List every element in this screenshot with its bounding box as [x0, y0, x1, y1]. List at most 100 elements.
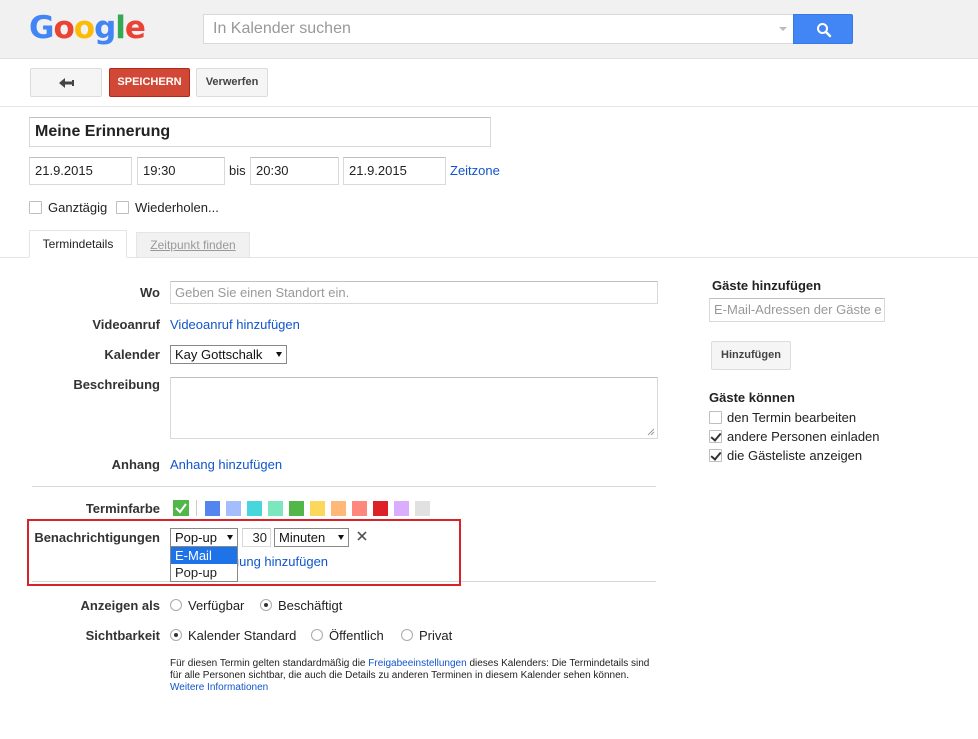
end-time-input[interactable]: 20:30 — [250, 157, 339, 185]
visibility-public-label: Öffentlich — [329, 628, 384, 643]
tab-divider — [0, 257, 978, 258]
all-day-label: Ganztägig — [48, 200, 108, 215]
start-date-input[interactable]: 21.9.2015 — [29, 157, 132, 185]
top-bar: Google — [0, 0, 978, 59]
busy-label: Beschäftigt — [278, 598, 343, 613]
visibility-help-text: Für diesen Termin gelten standardmäßig d… — [170, 658, 650, 694]
color-swatch[interactable] — [331, 501, 346, 516]
search-box — [203, 14, 794, 44]
calendar-label: Kalender — [104, 347, 160, 362]
color-swatch[interactable] — [247, 501, 262, 516]
video-call-label: Videoanruf — [92, 317, 160, 332]
description-label: Beschreibung — [73, 377, 160, 392]
repeat-checkbox[interactable] — [116, 201, 129, 214]
dropdown-option-email[interactable]: E-Mail — [171, 547, 237, 564]
add-notification-link[interactable]: igung hinzufügen — [229, 554, 328, 569]
visibility-default-radio[interactable] — [170, 629, 182, 641]
location-input[interactable]: Geben Sie einen Standort ein. — [170, 281, 658, 304]
google-logo[interactable]: Google — [29, 10, 146, 46]
perm-edit-label: den Termin bearbeiten — [727, 410, 857, 425]
visibility-private-radio[interactable] — [401, 629, 413, 641]
perm-see-list-checkbox[interactable] — [709, 449, 722, 462]
notification-type-dropdown-list: E-Mail Pop-up — [170, 546, 238, 582]
logo-letter: o — [73, 10, 95, 46]
guests-can-heading: Gäste können — [709, 390, 795, 405]
color-swatch[interactable] — [226, 501, 241, 516]
color-swatch[interactable] — [352, 501, 367, 516]
show-as-label: Anzeigen als — [80, 598, 160, 613]
visibility-private-label: Privat — [419, 628, 453, 643]
color-swatch[interactable] — [205, 501, 220, 516]
notification-type-value: Pop-up — [175, 530, 217, 545]
check-icon — [175, 503, 187, 514]
save-button[interactable]: SPEICHERN — [109, 68, 190, 97]
until-label: bis — [229, 163, 246, 178]
tab-event-details[interactable]: Termindetails — [29, 230, 127, 258]
perm-edit-checkbox[interactable] — [709, 411, 722, 424]
logo-letter: e — [124, 10, 146, 46]
help-text-part: Für diesen Termin gelten standardmäßig d… — [170, 658, 369, 669]
search-button[interactable] — [793, 14, 853, 44]
color-swatch[interactable] — [415, 501, 430, 516]
logo-letter: G — [29, 10, 54, 46]
add-video-call-link[interactable]: Videoanruf hinzufügen — [170, 317, 300, 332]
all-day-checkbox[interactable] — [29, 201, 42, 214]
logo-letter: g — [94, 10, 116, 46]
dropdown-arrow-icon — [227, 535, 233, 540]
dropdown-arrow-icon — [338, 535, 344, 540]
start-time-input[interactable]: 19:30 — [137, 157, 225, 185]
section-divider — [32, 581, 656, 582]
available-label: Verfügbar — [188, 598, 245, 613]
more-info-link[interactable]: Weitere Informationen — [170, 682, 268, 693]
remove-notification-icon[interactable] — [357, 531, 367, 541]
resize-handle-icon[interactable] — [647, 428, 655, 436]
perm-invite-label: andere Personen einladen — [727, 429, 880, 444]
where-label: Wo — [140, 285, 160, 300]
search-options-icon[interactable] — [779, 27, 787, 31]
notification-amount-input[interactable]: 30 — [242, 528, 271, 547]
back-arrow-icon — [59, 78, 74, 88]
description-textarea[interactable] — [170, 377, 658, 439]
search-input[interactable] — [204, 15, 764, 43]
logo-letter: o — [53, 10, 74, 46]
tab-find-time[interactable]: Zeitpunkt finden — [136, 232, 250, 258]
busy-radio[interactable] — [260, 599, 272, 611]
perm-see-list-label: die Gästeliste anzeigen — [727, 448, 863, 463]
color-swatch[interactable] — [268, 501, 283, 516]
visibility-default-label: Kalender Standard — [188, 628, 297, 643]
repeat-label: Wiederholen... — [135, 200, 219, 215]
event-title-input[interactable]: Meine Erinnerung — [29, 117, 491, 147]
back-button[interactable] — [30, 68, 102, 97]
color-swatch[interactable] — [373, 501, 388, 516]
swatch-separator — [196, 500, 197, 516]
notification-unit-value: Minuten — [279, 530, 326, 545]
color-swatch[interactable] — [394, 501, 409, 516]
visibility-public-radio[interactable] — [311, 629, 323, 641]
available-radio[interactable] — [170, 599, 182, 611]
event-color-label: Terminfarbe — [85, 501, 160, 516]
logo-letter: l — [115, 10, 126, 46]
search-icon — [817, 23, 832, 38]
discard-button[interactable]: Verwerfen — [196, 68, 268, 97]
calendar-select[interactable]: Kay Gottschalk — [170, 345, 287, 364]
dropdown-option-popup[interactable]: Pop-up — [171, 564, 237, 581]
perm-invite-checkbox[interactable] — [709, 430, 722, 443]
color-swatch[interactable] — [289, 501, 304, 516]
sharing-settings-link[interactable]: Freigabeeinstellungen — [368, 658, 466, 669]
dropdown-arrow-icon — [276, 352, 282, 357]
add-guest-button[interactable]: Hinzufügen — [711, 341, 791, 370]
notification-unit-select[interactable]: Minuten — [274, 528, 349, 547]
color-swatch[interactable] — [310, 501, 325, 516]
timezone-link[interactable]: Zeitzone — [450, 163, 500, 178]
end-date-input[interactable]: 21.9.2015 — [343, 157, 446, 185]
calendar-select-value: Kay Gottschalk — [175, 347, 263, 362]
visibility-label: Sichtbarkeit — [85, 628, 160, 643]
toolbar-divider — [0, 106, 978, 107]
add-attachment-link[interactable]: Anhang hinzufügen — [170, 457, 282, 472]
notification-type-select[interactable]: Pop-up — [170, 528, 238, 547]
section-divider — [32, 486, 656, 487]
notifications-label: Benachrichtigungen — [34, 530, 160, 545]
color-swatch-default[interactable] — [173, 500, 189, 516]
attachment-label: Anhang — [111, 457, 160, 472]
guest-email-input[interactable]: E-Mail-Adressen der Gäste e — [709, 298, 885, 322]
